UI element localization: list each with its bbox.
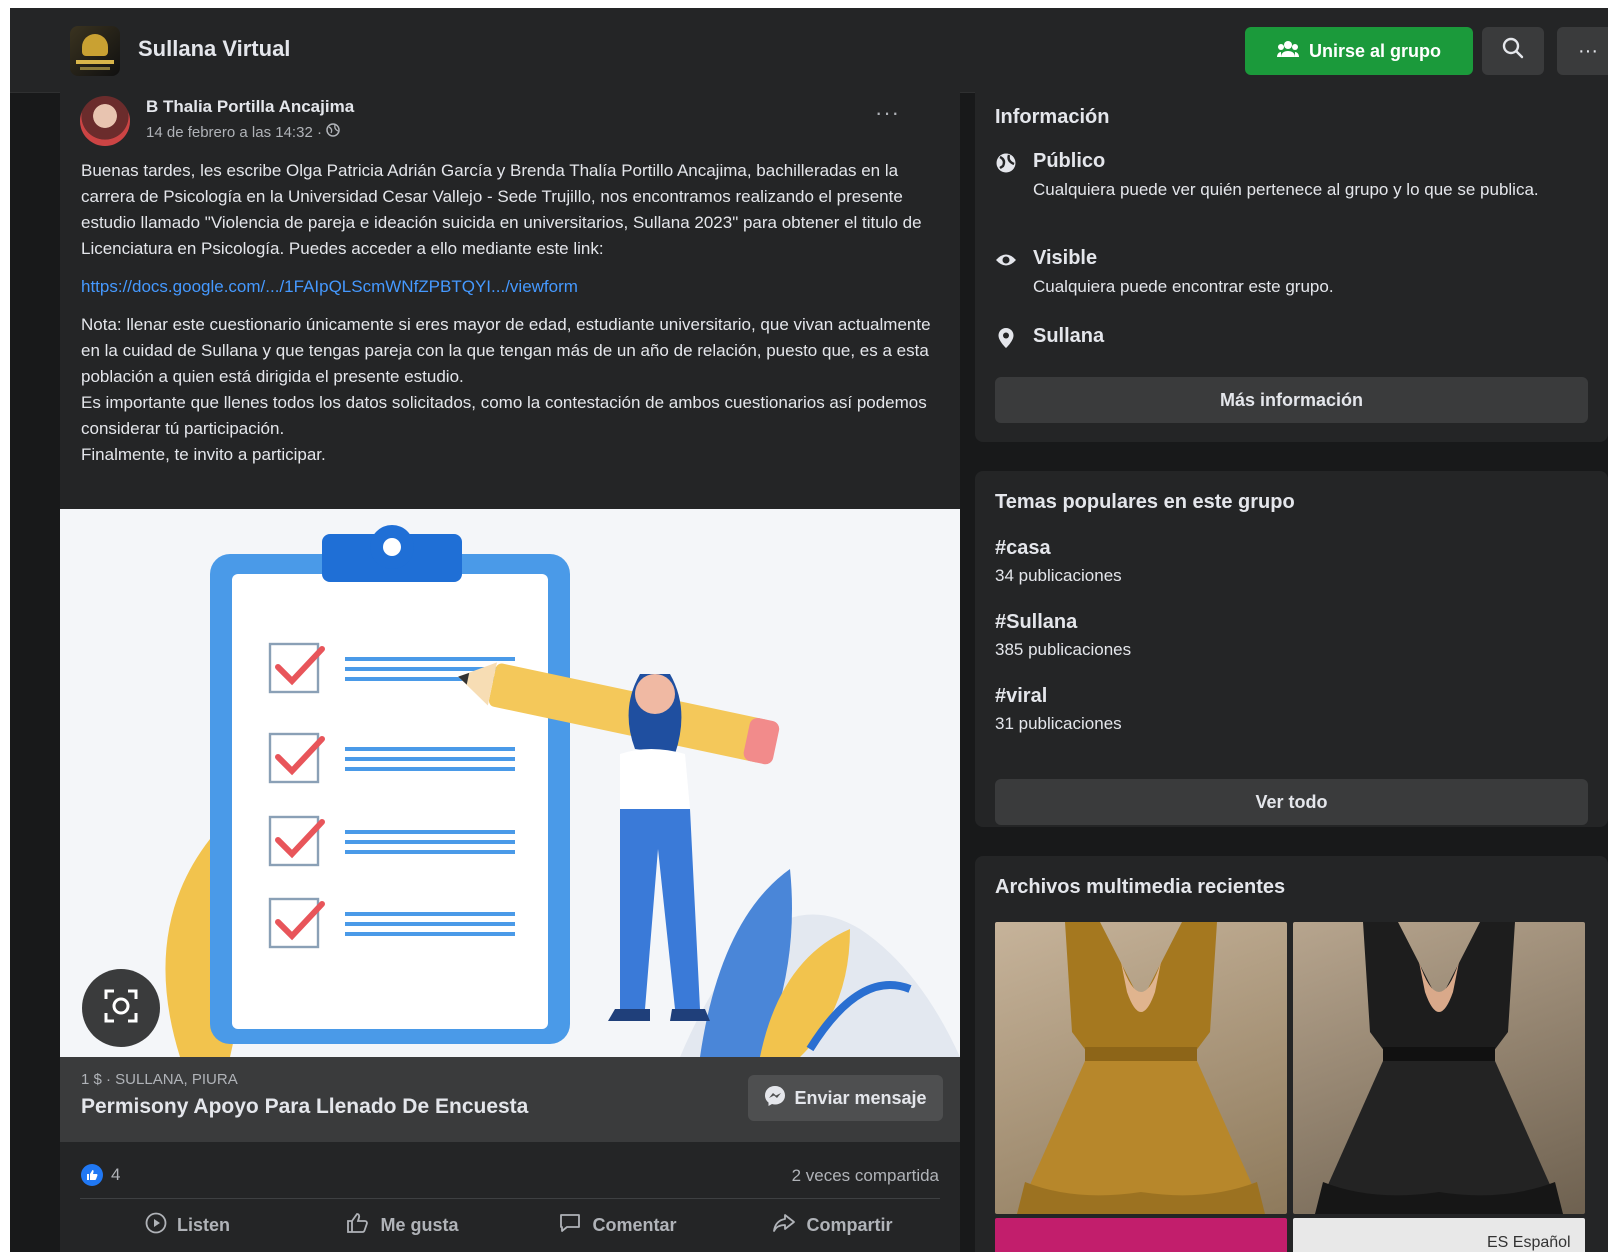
send-message-label: Enviar mensaje: [794, 1087, 927, 1108]
location-pin-icon: [995, 327, 1017, 349]
group-avatar[interactable]: [70, 26, 120, 76]
feed-post: B Thalia Portilla Ancajima 14 de febrero…: [60, 92, 960, 1252]
popular-topics-card: Temas populares en este grupo #casa 34 p…: [975, 471, 1608, 827]
search-button[interactable]: [1482, 27, 1544, 75]
see-all-topics-button[interactable]: Ver todo: [995, 779, 1588, 825]
privacy-title: Público: [1033, 150, 1106, 172]
send-message-button[interactable]: Enviar mensaje: [748, 1075, 943, 1121]
more-dots-icon: ···: [1578, 39, 1598, 62]
info-visibility: Visible Cualquiera puede encontrar este …: [995, 247, 1573, 299]
globe-icon: [995, 152, 1017, 174]
listing-price-location: 1 $ · SULLANA, PIURA: [81, 1071, 238, 1088]
app-window: Sullana Virtual Unirse al grupo ··· B Th…: [10, 8, 1608, 1252]
play-circle-icon: [145, 1212, 167, 1239]
visual-search-button[interactable]: [82, 969, 160, 1047]
post-meta: 14 de febrero a las 14:32 ·: [146, 123, 340, 141]
like-reaction-icon: [81, 1164, 103, 1186]
share-count[interactable]: 2 veces compartida: [792, 1166, 939, 1186]
topics-title: Temas populares en este grupo: [995, 491, 1295, 513]
share-button[interactable]: Compartir: [725, 1202, 940, 1248]
topic-tag[interactable]: #casa: [995, 537, 1122, 560]
lens-icon: [100, 985, 142, 1032]
info-privacy: Público Cualquiera puede ver quién perte…: [995, 150, 1573, 202]
divider: [80, 1198, 940, 1199]
recent-media-card: Archivos multimedia recientes ES Español: [975, 856, 1608, 1252]
topic-item[interactable]: #Sullana 385 publicaciones: [995, 611, 1131, 660]
privacy-desc: Cualquiera puede ver quién pertenece al …: [1033, 180, 1539, 199]
comment-label: Comentar: [592, 1214, 677, 1235]
post-actions: Listen Me gusta Comentar Compartir: [80, 1202, 940, 1248]
join-group-label: Unirse al grupo: [1308, 40, 1442, 61]
media-thumbnail[interactable]: [1293, 922, 1585, 1214]
survey-link[interactable]: https://docs.google.com/.../1FAIpQLScmWN…: [81, 277, 578, 296]
author-avatar[interactable]: [80, 96, 130, 146]
group-title[interactable]: Sullana Virtual: [138, 36, 290, 62]
topic-count: 385 publicaciones: [995, 640, 1132, 659]
location-title[interactable]: Sullana: [1033, 325, 1104, 348]
language-indicator: ES Español: [1487, 1234, 1571, 1251]
author-name[interactable]: B Thalia Portilla Ancajima: [146, 97, 354, 117]
like-label: Me gusta: [380, 1214, 459, 1235]
marketplace-listing[interactable]: 1 $ · SULLANA, PIURA Permisony Apoyo Par…: [60, 1057, 960, 1142]
like-count: 4: [111, 1165, 121, 1184]
share-label: Compartir: [806, 1214, 893, 1235]
topic-item[interactable]: #casa 34 publicaciones: [995, 537, 1122, 586]
post-timestamp[interactable]: 14 de febrero a las 14:32 ·: [146, 124, 322, 141]
messenger-icon: [764, 1085, 786, 1112]
like-button[interactable]: Me gusta: [295, 1202, 510, 1248]
topic-tag[interactable]: #Sullana: [995, 611, 1131, 634]
comment-button[interactable]: Comentar: [510, 1202, 725, 1248]
post-note: Es importante que llenes todos los datos…: [81, 393, 927, 438]
topic-tag[interactable]: #viral: [995, 685, 1122, 708]
join-group-button[interactable]: Unirse al grupo: [1245, 27, 1473, 75]
post-more-button[interactable]: ···: [875, 100, 900, 126]
clipboard-illustration: [60, 509, 960, 1057]
comment-icon: [558, 1212, 582, 1239]
group-info-card: Información Público Cualquiera puede ver…: [975, 92, 1608, 442]
listing-title[interactable]: Permisony Apoyo Para Llenado De Encuesta: [81, 1095, 528, 1119]
topic-item[interactable]: #viral 31 publicaciones: [995, 685, 1122, 734]
share-arrow-icon: [772, 1212, 796, 1239]
search-icon: [1502, 37, 1524, 65]
group-people-icon: [1276, 40, 1299, 63]
post-note: Nota: llenar este cuestionario únicament…: [81, 315, 931, 386]
info-title: Información: [995, 106, 1110, 128]
reaction-summary[interactable]: 4: [81, 1164, 120, 1186]
more-info-button[interactable]: Más información: [995, 377, 1588, 423]
media-thumbnail[interactable]: [995, 922, 1287, 1214]
visibility-title: Visible: [1033, 247, 1098, 269]
eye-icon: [995, 249, 1017, 271]
media-thumbnail[interactable]: [995, 1218, 1287, 1252]
topic-count: 31 publicaciones: [995, 714, 1122, 733]
post-paragraph: Buenas tardes, les escribe Olga Patricia…: [81, 161, 922, 258]
post-image[interactable]: [60, 509, 960, 1057]
post-note: Finalmente, te invito a participar.: [81, 445, 326, 464]
group-header: Sullana Virtual Unirse al grupo ···: [10, 8, 1608, 93]
listen-label: Listen: [176, 1214, 230, 1235]
thumbs-up-icon: [346, 1212, 370, 1239]
topic-count: 34 publicaciones: [995, 566, 1122, 585]
visibility-desc: Cualquiera puede encontrar este grupo.: [1033, 277, 1334, 296]
post-body: Buenas tardes, les escribe Olga Patricia…: [81, 158, 941, 468]
listen-button[interactable]: Listen: [80, 1202, 295, 1248]
media-title: Archivos multimedia recientes: [995, 876, 1286, 898]
info-location: Sullana: [995, 325, 1104, 349]
globe-icon: [326, 123, 340, 141]
header-more-button[interactable]: ···: [1557, 27, 1608, 75]
